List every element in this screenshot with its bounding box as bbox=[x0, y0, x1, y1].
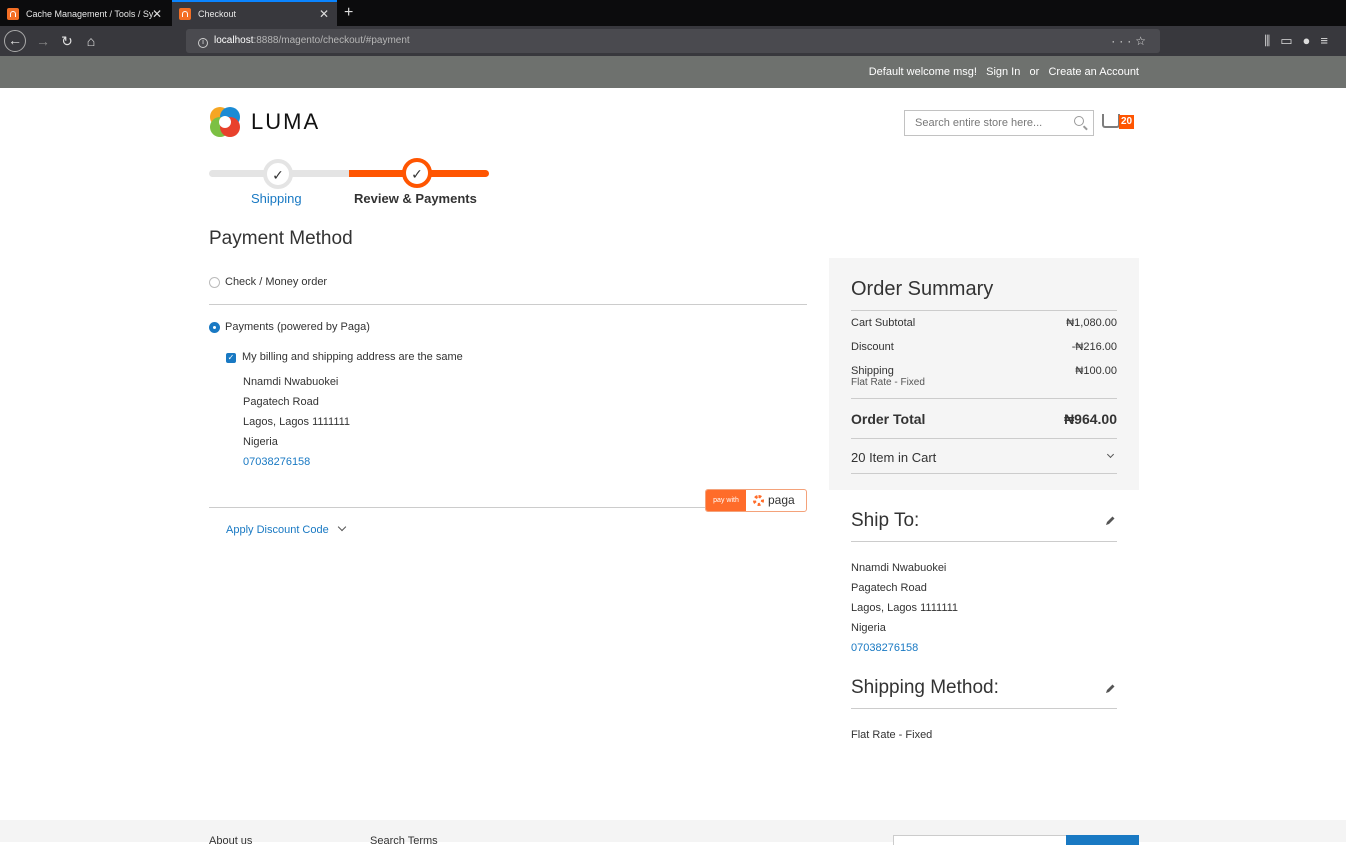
minicart-button[interactable]: 20 bbox=[1102, 113, 1142, 133]
reload-icon[interactable]: ↻ bbox=[56, 30, 78, 52]
ship-to-name: Nnamdi Nwabuokei bbox=[851, 562, 947, 574]
address-phone-link[interactable]: 07038276158 bbox=[243, 452, 350, 472]
newsletter-email-input[interactable] bbox=[893, 835, 1067, 845]
url-bar[interactable]: i localhost:8888/magento/checkout/#paymen… bbox=[186, 29, 1160, 53]
same-address-label[interactable]: My billing and shipping address are the … bbox=[242, 351, 463, 363]
magento-favicon-icon bbox=[7, 8, 19, 20]
url-path: :8888/magento/checkout/#payment bbox=[253, 35, 410, 46]
same-address-checkbox[interactable]: ✓ bbox=[226, 353, 236, 363]
newsletter-subscribe-button[interactable] bbox=[1066, 835, 1139, 845]
items-in-cart-toggle[interactable]: 20 Item in Cart bbox=[851, 450, 1117, 465]
address-street: Pagatech Road bbox=[243, 396, 319, 408]
step-shipping-link[interactable]: Shipping bbox=[251, 191, 302, 206]
chevron-down-icon bbox=[1106, 450, 1115, 459]
radio-check-money-order[interactable] bbox=[209, 277, 220, 288]
ship-to-address: Nnamdi Nwabuokei Pagatech Road Lagos, La… bbox=[851, 558, 958, 658]
logo-text: LUMA bbox=[251, 109, 321, 134]
footer-link-about-us[interactable]: About us bbox=[209, 835, 252, 847]
browser-tab-checkout[interactable]: Checkout ✕ bbox=[172, 0, 337, 26]
summary-row-shipping: Shipping Flat Rate - Fixed ₦100.00 bbox=[851, 365, 1117, 388]
summary-row-total: Order Total ₦964.00 bbox=[851, 411, 1117, 427]
paga-brand: paga bbox=[753, 493, 795, 507]
address-city: Lagos, Lagos 1111111 bbox=[243, 416, 351, 428]
summary-value: ₦100.00 bbox=[1075, 365, 1117, 377]
pay-with-paga-button[interactable]: pay with paga bbox=[705, 489, 807, 512]
order-total-value: ₦964.00 bbox=[1064, 411, 1117, 427]
summary-label: Cart Subtotal bbox=[851, 317, 916, 329]
address-country: Nigeria bbox=[243, 436, 278, 448]
new-tab-icon[interactable]: + bbox=[344, 2, 353, 24]
shipping-method-title: Shipping Method: bbox=[851, 677, 999, 698]
browser-nav-bar: ← → ↻ ⌂ i localhost:8888/magento/checkout… bbox=[0, 26, 1346, 56]
search-input[interactable]: Search entire store here... bbox=[904, 110, 1094, 136]
edit-pencil-icon[interactable] bbox=[1104, 515, 1116, 527]
cart-count-badge: 20 bbox=[1119, 115, 1135, 129]
pay-with-label: pay with bbox=[706, 490, 746, 511]
cart-icon bbox=[1102, 114, 1120, 128]
ship-to-title: Ship To: bbox=[851, 510, 920, 531]
footer-link-search-terms[interactable]: Search Terms bbox=[370, 835, 438, 847]
divider bbox=[851, 708, 1117, 709]
step-review-label: Review & Payments bbox=[354, 191, 477, 206]
forward-arrow-icon[interactable]: → bbox=[32, 30, 54, 52]
search-icon[interactable] bbox=[1074, 116, 1084, 126]
ship-to-city: Lagos, Lagos 1111111 bbox=[851, 602, 959, 614]
billing-address: Nnamdi Nwabuokei Pagatech Road Lagos, La… bbox=[243, 372, 350, 472]
edit-pencil-icon[interactable] bbox=[1104, 683, 1116, 695]
order-total-label: Order Total bbox=[851, 411, 926, 427]
url-host: localhost bbox=[214, 35, 254, 46]
apply-discount-label: Apply Discount Code bbox=[226, 524, 329, 536]
tab-label: Checkout bbox=[198, 9, 237, 19]
search-placeholder: Search entire store here... bbox=[915, 117, 1043, 129]
sign-in-link[interactable]: Sign In bbox=[986, 66, 1020, 78]
paga-logo-icon bbox=[753, 495, 764, 506]
shipping-method-value: Flat Rate - Fixed bbox=[851, 729, 933, 741]
browser-toolbar-icons[interactable]: ⫼▭●≡ bbox=[1264, 30, 1338, 52]
payment-method-title: Payment Method bbox=[209, 228, 353, 249]
ship-to-country: Nigeria bbox=[851, 622, 886, 634]
browser-tab-bar: Cache Management / Tools / Sy ✕ Checkout… bbox=[0, 0, 1346, 26]
divider bbox=[851, 541, 1117, 542]
footer: About us Search Terms bbox=[0, 820, 1346, 847]
step-review-check-icon: ✓ bbox=[402, 158, 432, 188]
items-in-cart-label: 20 Item in Cart bbox=[851, 450, 937, 465]
tab-label: Cache Management / Tools / Sy bbox=[26, 9, 154, 19]
divider bbox=[851, 310, 1117, 311]
back-arrow-icon[interactable]: ← bbox=[4, 30, 26, 52]
magento-favicon-icon bbox=[179, 8, 191, 20]
divider bbox=[851, 473, 1117, 474]
page-actions-icon[interactable]: ···☆ bbox=[1111, 29, 1150, 53]
paga-brand-text: paga bbox=[768, 493, 795, 507]
close-tab-icon[interactable]: ✕ bbox=[319, 2, 329, 26]
step-shipping-check-icon: ✓ bbox=[263, 159, 293, 189]
close-tab-icon[interactable]: ✕ bbox=[152, 2, 162, 26]
address-name: Nnamdi Nwabuokei bbox=[243, 376, 339, 388]
site-info-icon[interactable]: i bbox=[198, 38, 208, 48]
summary-sub-label: Flat Rate - Fixed bbox=[851, 377, 925, 388]
ship-to-phone-link[interactable]: 07038276158 bbox=[851, 638, 958, 658]
luma-logo-icon bbox=[210, 107, 240, 137]
chevron-down-icon bbox=[337, 522, 346, 532]
divider bbox=[209, 304, 807, 305]
create-account-link[interactable]: Create an Account bbox=[1048, 66, 1139, 78]
summary-value: ₦1,080.00 bbox=[1066, 317, 1117, 329]
summary-row-subtotal: Cart Subtotal ₦1,080.00 bbox=[851, 317, 1117, 329]
divider bbox=[851, 398, 1117, 399]
ship-to-street: Pagatech Road bbox=[851, 582, 927, 594]
summary-row-discount: Discount -₦216.00 bbox=[851, 341, 1117, 353]
or-text: or bbox=[1029, 66, 1040, 78]
header-links: Default welcome msg! Sign In or Create a… bbox=[869, 66, 1139, 78]
header-panel: Default welcome msg! Sign In or Create a… bbox=[0, 56, 1346, 88]
browser-tab-cache-management[interactable]: Cache Management / Tools / Sy ✕ bbox=[0, 2, 170, 26]
home-icon[interactable]: ⌂ bbox=[80, 30, 102, 52]
option-label-check-money-order[interactable]: Check / Money order bbox=[225, 276, 327, 288]
order-summary-title: Order Summary bbox=[851, 278, 994, 300]
radio-paga-payment[interactable] bbox=[209, 322, 220, 333]
summary-label: Discount bbox=[851, 341, 894, 353]
welcome-message: Default welcome msg! bbox=[868, 66, 977, 78]
summary-value: -₦216.00 bbox=[1071, 341, 1117, 353]
divider bbox=[851, 438, 1117, 439]
option-label-paga-payment[interactable]: Payments (powered by Paga) bbox=[225, 321, 370, 333]
apply-discount-toggle[interactable]: Apply Discount Code bbox=[226, 522, 346, 536]
